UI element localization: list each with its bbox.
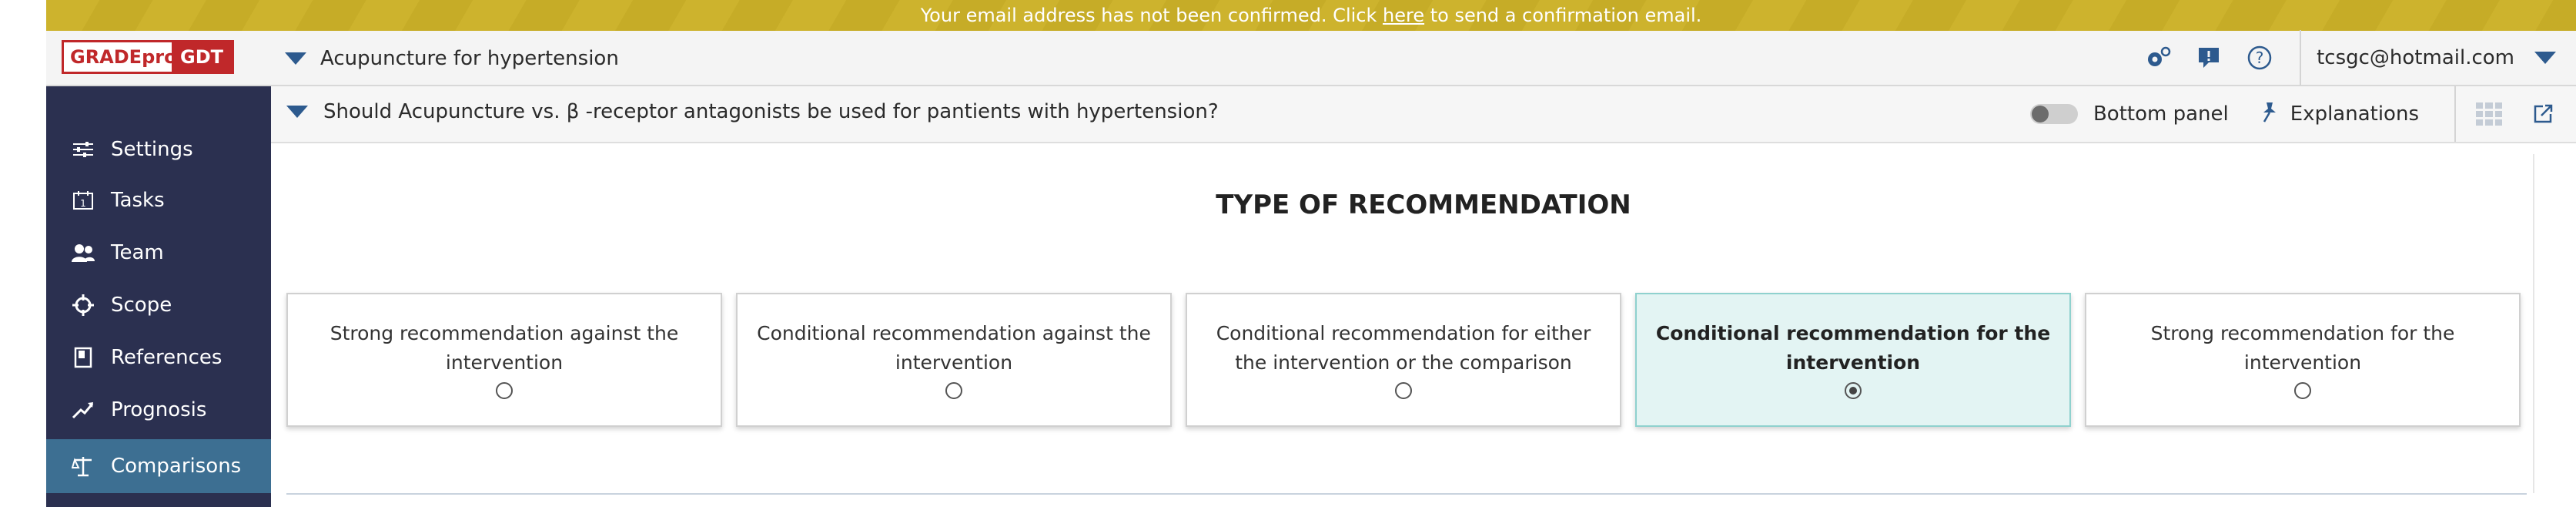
chevron-down-icon (2534, 52, 2556, 64)
option-radio[interactable] (2294, 382, 2311, 399)
top-header: GRADEpro GDT Acupuncture for hypertensio… (46, 30, 2576, 86)
project-title: Acupuncture for hypertension (320, 47, 619, 70)
team-icon (68, 241, 99, 264)
banner-text-before: Your email address has not been confirme… (920, 5, 1383, 26)
sidebar-item-settings[interactable]: Settings (46, 125, 271, 174)
option-radio[interactable] (945, 382, 962, 399)
trend-icon (68, 398, 99, 421)
sidebar-item-label: Settings (111, 138, 193, 161)
logo-text-left: GRADEpro (70, 46, 177, 68)
sidebar-item-label: Prognosis (111, 398, 207, 421)
option-label: Conditional recommendation for the inter… (1655, 322, 2051, 374)
chevron-down-icon (286, 106, 308, 118)
export-icon[interactable] (2530, 101, 2556, 127)
recommendation-option-conditional-either[interactable]: Conditional recommendation for either th… (1186, 293, 1621, 427)
chevron-down-icon (285, 52, 306, 65)
option-label: Strong recommendation for the interventi… (2150, 322, 2455, 374)
user-email: tcsgc@hotmail.com (2317, 46, 2514, 69)
option-radio[interactable] (1395, 382, 1412, 399)
calendar-icon: 1 (68, 189, 99, 212)
option-label: Conditional recommendation for either th… (1216, 322, 1591, 374)
section-divider (286, 493, 2527, 495)
banner-left-edge (0, 0, 46, 31)
sidebar-item-label: Scope (111, 294, 172, 317)
recommendation-option-strong-for[interactable]: Strong recommendation for the interventi… (2085, 293, 2521, 427)
scale-icon (68, 455, 99, 478)
sidebar-item-team[interactable]: Team (46, 228, 271, 277)
user-menu[interactable]: tcsgc@hotmail.com (2317, 46, 2576, 69)
bottom-panel-label[interactable]: Bottom panel (2093, 102, 2229, 126)
option-radio[interactable] (496, 382, 513, 399)
sidebar: Settings 1 Tasks Team Scope References P… (46, 86, 271, 507)
header-actions: ? tcsgc@hotmail.com (2141, 30, 2576, 86)
settings-gears-icon[interactable] (2141, 41, 2175, 75)
feedback-icon[interactable] (2192, 41, 2226, 75)
pin-icon[interactable] (2260, 101, 2280, 128)
sidebar-item-label: Comparisons (111, 455, 242, 478)
confirmation-link[interactable]: here (1383, 5, 1424, 26)
section-title: TYPE OF RECOMMENDATION (1216, 190, 1631, 220)
sidebar-item-tasks[interactable]: 1 Tasks (46, 176, 271, 225)
question-selector[interactable]: Should Acupuncture vs. β -receptor antag… (286, 100, 1219, 123)
sidebar-item-comparisons[interactable]: Comparisons (46, 439, 271, 493)
explanations-label[interactable]: Explanations (2290, 102, 2419, 126)
question-bar-divider (2454, 86, 2456, 142)
email-confirmation-banner: Your email address has not been confirme… (46, 0, 2576, 31)
svg-text:?: ? (2256, 49, 2264, 67)
sidebar-item-scope[interactable]: Scope (46, 280, 271, 330)
sidebar-item-label: Team (111, 241, 164, 264)
recommendation-option-conditional-for[interactable]: Conditional recommendation for the inter… (1635, 293, 2071, 427)
sliders-icon (68, 138, 99, 161)
bottom-panel-toggle[interactable] (2029, 104, 2078, 124)
recommendation-option-conditional-against[interactable]: Conditional recommendation against the i… (736, 293, 1172, 427)
sidebar-item-prognosis[interactable]: Prognosis (46, 385, 271, 435)
app-logo[interactable]: GRADEpro GDT (62, 40, 234, 74)
header-divider (2300, 30, 2302, 86)
grid-layout-icon[interactable] (2476, 102, 2502, 126)
sidebar-item-label: References (111, 346, 222, 369)
project-selector[interactable]: Acupuncture for hypertension (285, 45, 619, 72)
book-icon (68, 346, 99, 369)
logo-text-right: GDT (172, 42, 232, 72)
help-icon[interactable]: ? (2243, 41, 2277, 75)
question-bar: Should Acupuncture vs. β -receptor antag… (271, 86, 2576, 143)
option-radio-selected[interactable] (1845, 382, 1862, 399)
banner-text-after: to send a confirmation email. (1424, 5, 1702, 26)
svg-text:1: 1 (80, 198, 86, 209)
question-bar-actions: Bottom panel Explanations (2029, 86, 2576, 142)
recommendation-option-strong-against[interactable]: Strong recommendation against the interv… (286, 293, 722, 427)
sidebar-item-references[interactable]: References (46, 333, 271, 382)
question-text: Should Acupuncture vs. β -receptor antag… (323, 100, 1219, 123)
scope-icon (68, 294, 99, 317)
option-label: Strong recommendation against the interv… (330, 322, 679, 374)
content-scrollbar[interactable] (2533, 154, 2534, 493)
option-label: Conditional recommendation against the i… (757, 322, 1151, 374)
sidebar-item-label: Tasks (111, 189, 165, 212)
